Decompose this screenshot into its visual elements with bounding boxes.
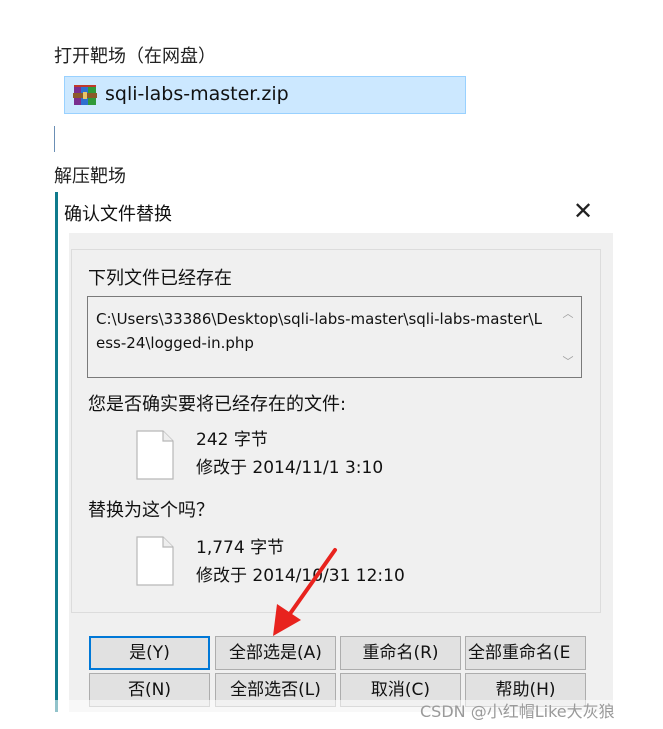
file-path-text: C:\Users\33386\Desktop\sqli-labs-master\… [96, 310, 542, 352]
watermark: CSDN @小红帽Like大灰狼 [420, 702, 615, 721]
caption-open-range: 打开靶场（在网盘） [54, 46, 216, 67]
close-icon[interactable]: ✕ [568, 196, 598, 226]
zip-file-item[interactable]: sqli-labs-master.zip [64, 76, 466, 114]
file-path-box[interactable]: C:\Users\33386\Desktop\sqli-labs-master\… [87, 296, 582, 378]
existing-file-size: 242 字节 [196, 430, 268, 450]
divider [54, 126, 55, 152]
rename-all-button[interactable]: 全部重命名(E [465, 636, 586, 670]
annotation-arrow-icon [273, 548, 337, 636]
existing-file-modified: 修改于 2014/11/1 3:10 [196, 458, 384, 478]
scroll-up-icon[interactable]: ︿ [558, 305, 578, 323]
file-icon [136, 536, 174, 586]
caption-extract-range: 解压靶场 [54, 166, 126, 187]
scroll-down-icon[interactable]: ﹀ [558, 353, 578, 371]
winrar-archive-icon [73, 84, 97, 108]
question-label: 您是否确实要将已经存在的文件: [88, 394, 347, 415]
dialog-client-area: 下列文件已经存在 C:\Users\33386\Desktop\sqli-lab… [69, 233, 613, 712]
yes-button[interactable]: 是(Y) [89, 636, 210, 670]
yes-to-all-button[interactable]: 全部选是(A) [215, 636, 336, 670]
replace-label: 替换为这个吗？ [88, 500, 214, 521]
rename-button[interactable]: 重命名(R) [340, 636, 461, 670]
zip-file-name: sqli-labs-master.zip [105, 83, 289, 105]
file-icon [136, 430, 174, 480]
exists-label: 下列文件已经存在 [88, 268, 232, 289]
dialog-title: 确认文件替换 [64, 204, 172, 225]
